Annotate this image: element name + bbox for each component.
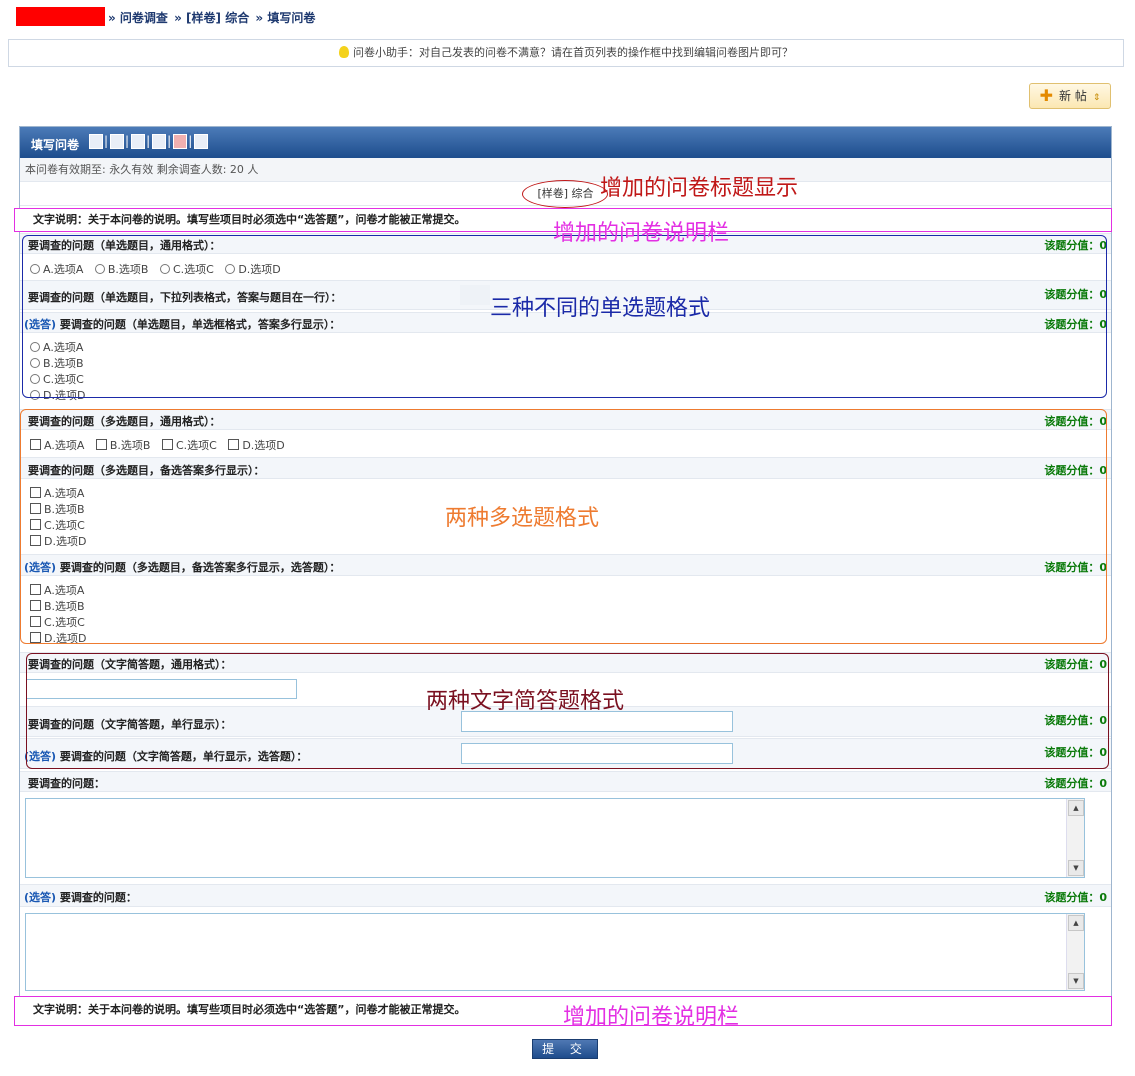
breadcrumb-sample-link[interactable]: » [样卷] 综合 (174, 11, 249, 25)
lightbulb-icon (339, 46, 349, 58)
title-highlight-ring (522, 180, 608, 208)
submit-button[interactable]: 提 交 (532, 1039, 598, 1059)
plus-icon: ✚ (1039, 86, 1054, 105)
dropdown-arrow-icon: ⇕ (1092, 93, 1101, 103)
stats-icon[interactable] (131, 134, 146, 149)
new-post-label: 新 帖 (1059, 89, 1087, 103)
validity-info: 本问卷有效期至: 永久有效 剩余调查人数: 20 人 (20, 158, 1111, 182)
survey-header-title: 填写问卷 (31, 138, 80, 152)
score-label: 该题分值：0 (1044, 777, 1107, 790)
new-post-button[interactable]: ✚ 新 帖 ⇕ (1029, 83, 1111, 109)
annotation-text-note: 两种文字简答题格式 (426, 689, 625, 714)
annotation-single-note: 三种不同的单选题格式 (490, 296, 711, 321)
settings-icon[interactable] (194, 134, 209, 149)
helper-text: 问卷小助手：对自己发表的问卷不满意？请在首页列表的操作框中找到编辑问卷图片即可？ (353, 46, 793, 59)
scroll-down-icon[interactable]: ▼ (1068, 973, 1084, 989)
site-logo[interactable] (16, 7, 105, 26)
score-label: 该题分值：0 (1044, 891, 1107, 904)
question-label: (选答) 要调查的问题： (24, 889, 137, 905)
scroll-down-icon[interactable]: ▼ (1068, 860, 1084, 876)
breadcrumb-current: » 填写问卷 (255, 11, 316, 25)
annotation-title-note: 增加的问卷标题显示 (600, 176, 799, 201)
view-icon[interactable] (89, 134, 103, 149)
optional-tag: (选答) (24, 891, 57, 904)
scroll-up-icon[interactable]: ▲ (1068, 915, 1084, 931)
question-text: 要调查的问题： (59, 891, 137, 904)
scrollbar[interactable]: ▲ ▼ (1066, 799, 1084, 877)
question-label: 要调查的问题： (28, 777, 105, 790)
question-row: 要调查的问题： 该题分值：0 (20, 771, 1111, 792)
annotation-multi-note: 两种多选题格式 (445, 506, 600, 531)
annotation-desc-note-bottom: 增加的问卷说明栏 (563, 1005, 740, 1030)
header-toolbar: | | | | | (88, 134, 209, 149)
long-answer-textarea[interactable]: ▲ ▼ (25, 798, 1085, 878)
question-row: (选答) 要调查的问题： 该题分值：0 (20, 884, 1111, 907)
scroll-up-icon[interactable]: ▲ (1068, 800, 1084, 816)
annotation-desc-note: 增加的问卷说明栏 (553, 221, 730, 246)
delete-icon[interactable] (173, 134, 188, 149)
survey-header: 填写问卷 | | | | | (20, 127, 1111, 158)
breadcrumb-survey-link[interactable]: » 问卷调查 (108, 11, 168, 25)
long-answer-textarea[interactable]: ▲ ▼ (25, 913, 1085, 991)
list-icon[interactable] (152, 134, 167, 149)
edit-icon[interactable] (110, 134, 125, 149)
breadcrumb: » 问卷调查 » [样卷] 综合 » 填写问卷 (108, 9, 317, 26)
helper-bar: 问卷小助手：对自己发表的问卷不满意？请在首页列表的操作框中找到编辑问卷图片即可？ (8, 39, 1124, 67)
scrollbar[interactable]: ▲ ▼ (1066, 914, 1084, 990)
